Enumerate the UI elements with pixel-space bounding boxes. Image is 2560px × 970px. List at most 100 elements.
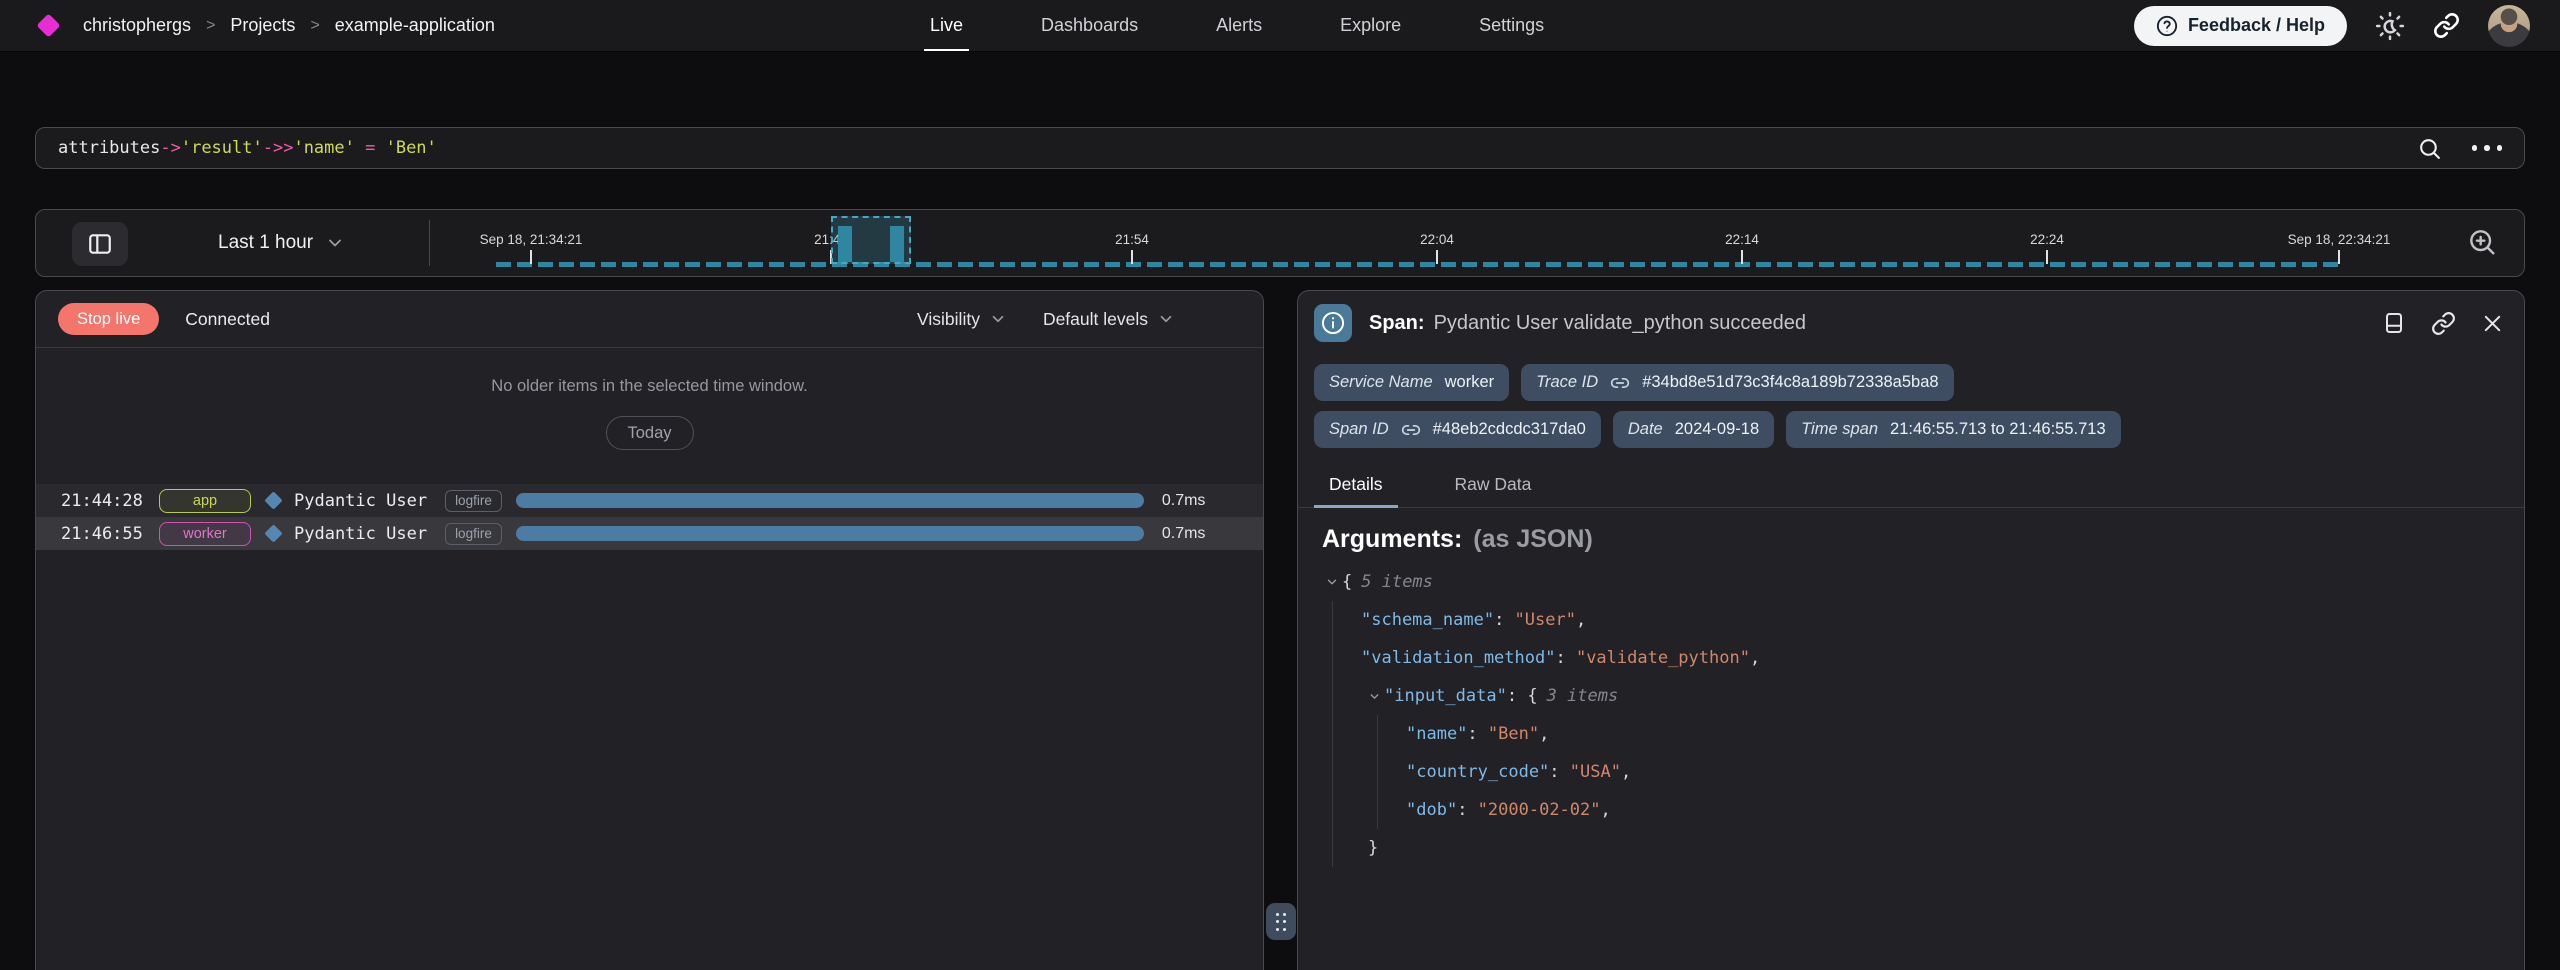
meta-value: worker (1445, 373, 1495, 392)
tab-live[interactable]: Live (930, 0, 963, 51)
timeline-activity-baseline[interactable] (496, 262, 2341, 267)
feedback-help-button[interactable]: Feedback / Help (2134, 6, 2347, 46)
chevron-down-icon (989, 310, 1007, 328)
json-item-count: 3 items (1547, 677, 1619, 715)
json-line: "name": "Ben", (1322, 715, 2500, 753)
chevron-down-icon (325, 233, 345, 253)
help-circle-icon (2156, 15, 2178, 37)
span-list: 21:44:28 app Pydantic User logfire 0.7ms… (36, 484, 1263, 550)
query-segment: 'result' (181, 138, 263, 158)
query-more-menu-icon[interactable] (2472, 145, 2503, 151)
span-duration-bar (516, 526, 1144, 541)
chevron-down-icon (1157, 310, 1175, 328)
time-range-bar: Last 1 hour Sep 18, 21:34:21 21:44 21:54… (35, 209, 2525, 277)
meta-value: 21:46:55.713 to 21:46:55.713 (1890, 420, 2106, 439)
diamond-logo-icon (36, 13, 60, 37)
query-segment: ->> (263, 138, 294, 158)
default-levels-dropdown[interactable]: Default levels (1043, 309, 1175, 330)
navbar-actions: Feedback / Help (2134, 0, 2530, 51)
span-row-selected[interactable]: 21:46:55 worker Pydantic User logfire 0.… (36, 517, 1263, 550)
visibility-dropdown[interactable]: Visibility (917, 309, 1007, 330)
zoom-in-icon[interactable] (2466, 226, 2498, 258)
link-icon (1610, 373, 1630, 393)
meta-badge-trace-id[interactable]: Trace ID #34bd8e51d73c3f4c8a189b72338a5b… (1521, 364, 1953, 401)
empty-window-message: No older items in the selected time wind… (36, 377, 1263, 396)
sidebar-toggle-button[interactable] (72, 222, 128, 266)
detail-tabs: Details Raw Data (1298, 465, 2524, 508)
json-line: "validation_method": "validate_python", (1322, 639, 2500, 677)
user-avatar[interactable] (2488, 5, 2530, 47)
span-duration-label: 0.7ms (1162, 525, 1206, 543)
span-duration-bar (516, 493, 1144, 508)
json-line-expandable: "input_data": {3 items (1322, 677, 2500, 715)
query-segment: 'name' (293, 138, 354, 158)
breadcrumb-separator: > (310, 17, 319, 35)
copy-link-icon[interactable] (2431, 311, 2456, 336)
timeline-selection-window[interactable] (831, 216, 911, 264)
link-icon (1401, 420, 1421, 440)
tab-dashboards[interactable]: Dashboards (1041, 0, 1138, 51)
share-link-icon[interactable] (2433, 12, 2460, 39)
tab-alerts[interactable]: Alerts (1216, 0, 1262, 51)
visibility-label: Visibility (917, 309, 980, 330)
breadcrumb: christophergs > Projects > example-appli… (83, 15, 495, 36)
span-name: Pydantic User (294, 524, 427, 544)
query-input[interactable]: attributes->'result'->>'name' = 'Ben' (58, 138, 437, 158)
meta-value: #34bd8e51d73c3f4c8a189b72338a5ba8 (1642, 373, 1938, 392)
divider (429, 220, 430, 266)
span-diamond-icon (264, 491, 282, 509)
info-icon (1314, 304, 1352, 342)
arguments-title: Arguments: (1322, 525, 1462, 554)
dock-panel-icon[interactable] (2382, 311, 2406, 335)
collapse-caret-icon[interactable] (1364, 690, 1384, 703)
panel-resize-handle[interactable] (1266, 903, 1296, 940)
indent-guide (1377, 715, 1378, 829)
meta-label: Service Name (1329, 373, 1433, 392)
meta-value: 2024-09-18 (1675, 420, 1759, 439)
service-tag-app: app (159, 489, 251, 513)
stop-live-button[interactable]: Stop live (58, 303, 159, 335)
logfire-app: christophergs > Projects > example-appli… (0, 0, 2560, 970)
query-bar: attributes->'result'->>'name' = 'Ben' (35, 127, 2525, 169)
timeline-histogram-bar (838, 226, 852, 262)
meta-label: Date (1628, 420, 1663, 439)
live-panel-header: Stop live Connected Visibility Default l… (36, 291, 1263, 348)
feedback-help-label: Feedback / Help (2188, 15, 2325, 36)
breadcrumb-projects[interactable]: Projects (230, 15, 295, 36)
json-line: "country_code": "USA", (1322, 753, 2500, 791)
tab-explore[interactable]: Explore (1340, 0, 1401, 51)
meta-badge-service-name: Service Name worker (1314, 364, 1509, 401)
search-icon[interactable] (2417, 136, 2442, 161)
nav-tabs: Live Dashboards Alerts Explore Settings (930, 0, 1544, 51)
meta-label: Trace ID (1536, 373, 1598, 392)
tab-details[interactable]: Details (1314, 465, 1398, 507)
today-button[interactable]: Today (605, 416, 693, 450)
arguments-suffix: (as JSON) (1473, 525, 1592, 554)
tab-raw-data[interactable]: Raw Data (1440, 465, 1547, 507)
span-time: 21:46:55 (61, 524, 151, 544)
meta-label: Time span (1801, 420, 1878, 439)
grip-dots-icon (1276, 913, 1287, 931)
collapse-caret-icon[interactable] (1322, 575, 1342, 589)
meta-badge-span-id[interactable]: Span ID #48eb2cdcdc317da0 (1314, 411, 1601, 448)
theme-toggle-icon[interactable] (2375, 11, 2405, 41)
breadcrumb-project-name[interactable]: example-application (335, 15, 495, 36)
connection-status: Connected (185, 309, 270, 330)
detail-content: Arguments: (as JSON) {5 items "schema_na… (1298, 508, 2524, 867)
query-segment: attributes (58, 138, 160, 158)
arguments-json-tree: {5 items "schema_name": "User", "validat… (1322, 563, 2500, 867)
timeline-histogram-bar (890, 226, 904, 262)
span-metadata: Service Name worker Trace ID #34bd8e51d7… (1298, 350, 2524, 448)
span-detail-panel: Span: Pydantic User validate_python succ… (1297, 290, 2525, 970)
logfire-logo[interactable] (40, 17, 57, 34)
query-segment: 'Ben' (386, 138, 437, 158)
breadcrumb-org[interactable]: christophergs (83, 15, 191, 36)
close-icon[interactable] (2481, 312, 2504, 335)
span-row[interactable]: 21:44:28 app Pydantic User logfire 0.7ms (36, 484, 1263, 517)
tab-settings[interactable]: Settings (1479, 0, 1544, 51)
span-detail-header: Span: Pydantic User validate_python succ… (1298, 291, 2524, 350)
time-range-dropdown[interactable]: Last 1 hour (218, 210, 345, 276)
meta-badge-time-span: Time span 21:46:55.713 to 21:46:55.713 (1786, 411, 2121, 448)
meta-label: Span ID (1329, 420, 1389, 439)
span-duration-label: 0.7ms (1162, 492, 1206, 510)
